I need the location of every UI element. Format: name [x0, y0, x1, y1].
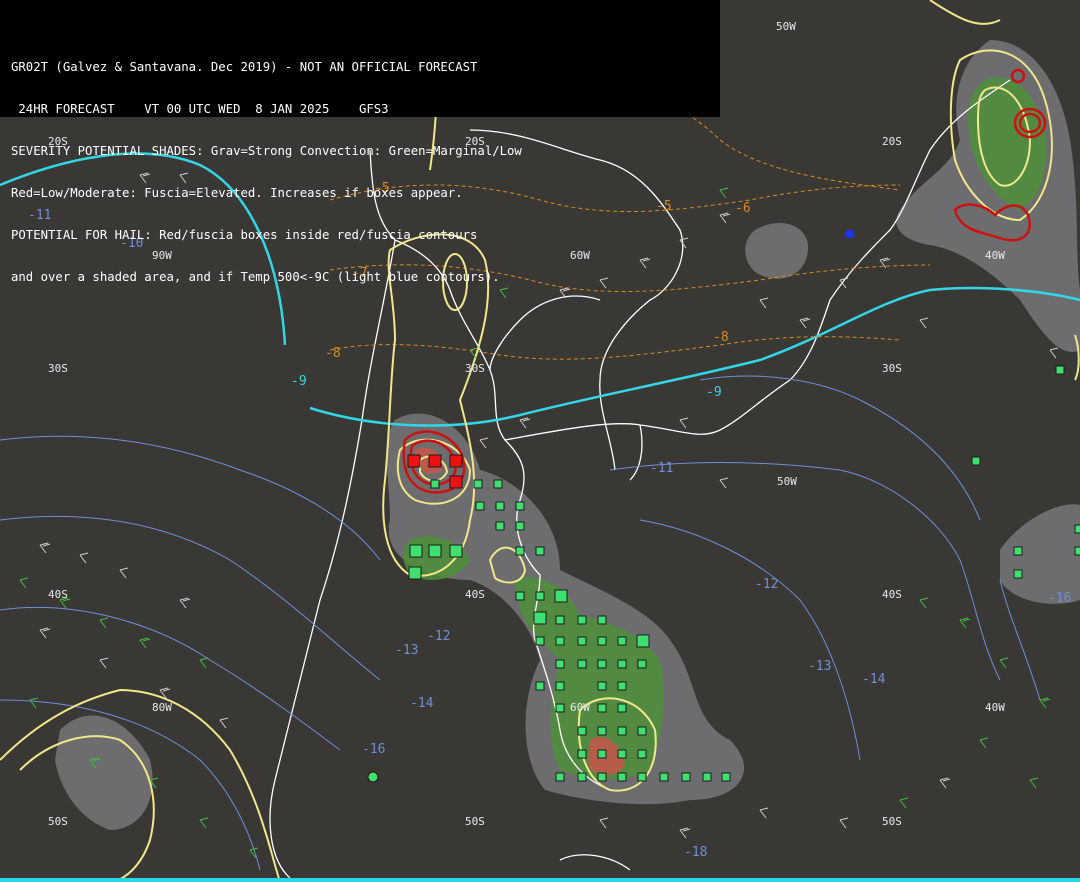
header-line-title: GR02T (Galvez & Santavana. Dec 2019) - N…: [11, 60, 478, 74]
lat-label: 30S: [48, 362, 68, 375]
lon-label: 80W: [152, 701, 172, 714]
contour-label: -13: [808, 659, 832, 674]
bottom-border: [0, 878, 1080, 882]
contour-label: -16: [1048, 591, 1072, 606]
header-line-hail: POTENTIAL FOR HAIL: Red/fuscia boxes ins…: [11, 228, 478, 242]
forecast-legend-header: GR02T (Galvez & Santavana. Dec 2019) - N…: [0, 0, 720, 284]
lat-label: 50S: [465, 815, 485, 828]
lat-label: 50S: [882, 815, 902, 828]
weather-forecast-map: 20S 20S 20S 30S 30S 30S 40S 40S 40S 50S …: [0, 0, 1080, 882]
contour-label: -8: [325, 346, 341, 361]
contour-label: -16: [362, 742, 386, 757]
contour-label: -12: [427, 629, 451, 644]
contour-label: -13: [395, 643, 419, 658]
header-line-colors: Red=Low/Moderate: Fuscia=Elevated. Incre…: [11, 186, 463, 200]
hail-marker: [367, 771, 379, 783]
lon-label: 40W: [985, 701, 1005, 714]
contour-label: -14: [862, 672, 886, 687]
lat-label: 40S: [48, 588, 68, 601]
isolines-blue: [0, 375, 1041, 871]
header-line-hail-cont: and over a shaded area, and if Temp 500<…: [11, 270, 500, 284]
lat-label: 40S: [465, 588, 485, 601]
contour-label: -11: [650, 461, 674, 476]
contour-label: -9: [706, 385, 722, 400]
station-marker: [846, 230, 854, 238]
contour-label: -8: [713, 330, 729, 345]
lon-label: 50W: [776, 20, 796, 33]
contour-label: -12: [755, 577, 779, 592]
contour-label: -9: [291, 374, 307, 389]
contour-label: -18: [684, 845, 708, 860]
header-line-severity: SEVERITY POTENTIAL SHADES: Grav=Strong C…: [11, 144, 522, 158]
lat-label: 40S: [882, 588, 902, 601]
lat-label: 50S: [48, 815, 68, 828]
lat-label: 20S: [882, 135, 902, 148]
contour-label: -14: [410, 696, 434, 711]
contour-label: -6: [735, 201, 751, 216]
lon-label: 50W: [777, 475, 797, 488]
header-line-forecast: 24HR FORECAST VT 00 UTC WED 8 JAN 2025 G…: [11, 102, 389, 116]
lat-label: 30S: [882, 362, 902, 375]
lat-label: 30S: [465, 362, 485, 375]
lon-label: 40W: [985, 249, 1005, 262]
lon-label: 60W: [570, 701, 590, 714]
